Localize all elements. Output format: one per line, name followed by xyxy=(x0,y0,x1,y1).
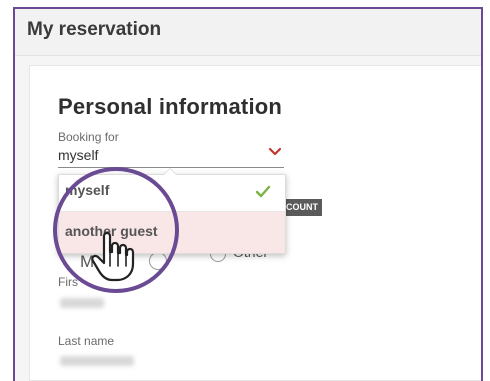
chevron-down-icon[interactable] xyxy=(268,146,282,158)
dropdown-pointer xyxy=(163,168,177,175)
section-title: Personal information xyxy=(58,94,283,119)
page-title: My reservation xyxy=(27,19,162,40)
count-badge: COUNT xyxy=(282,199,322,216)
header: My reservation xyxy=(15,9,481,56)
booking-for-select[interactable]: myself xyxy=(58,147,98,163)
booking-for-label: Booking for xyxy=(58,130,119,144)
first-name-value[interactable] xyxy=(60,298,104,308)
last-name-value[interactable] xyxy=(60,356,134,366)
hand-pointer-icon xyxy=(91,231,135,282)
check-icon xyxy=(255,185,271,198)
last-name-label: Last name xyxy=(58,334,115,348)
